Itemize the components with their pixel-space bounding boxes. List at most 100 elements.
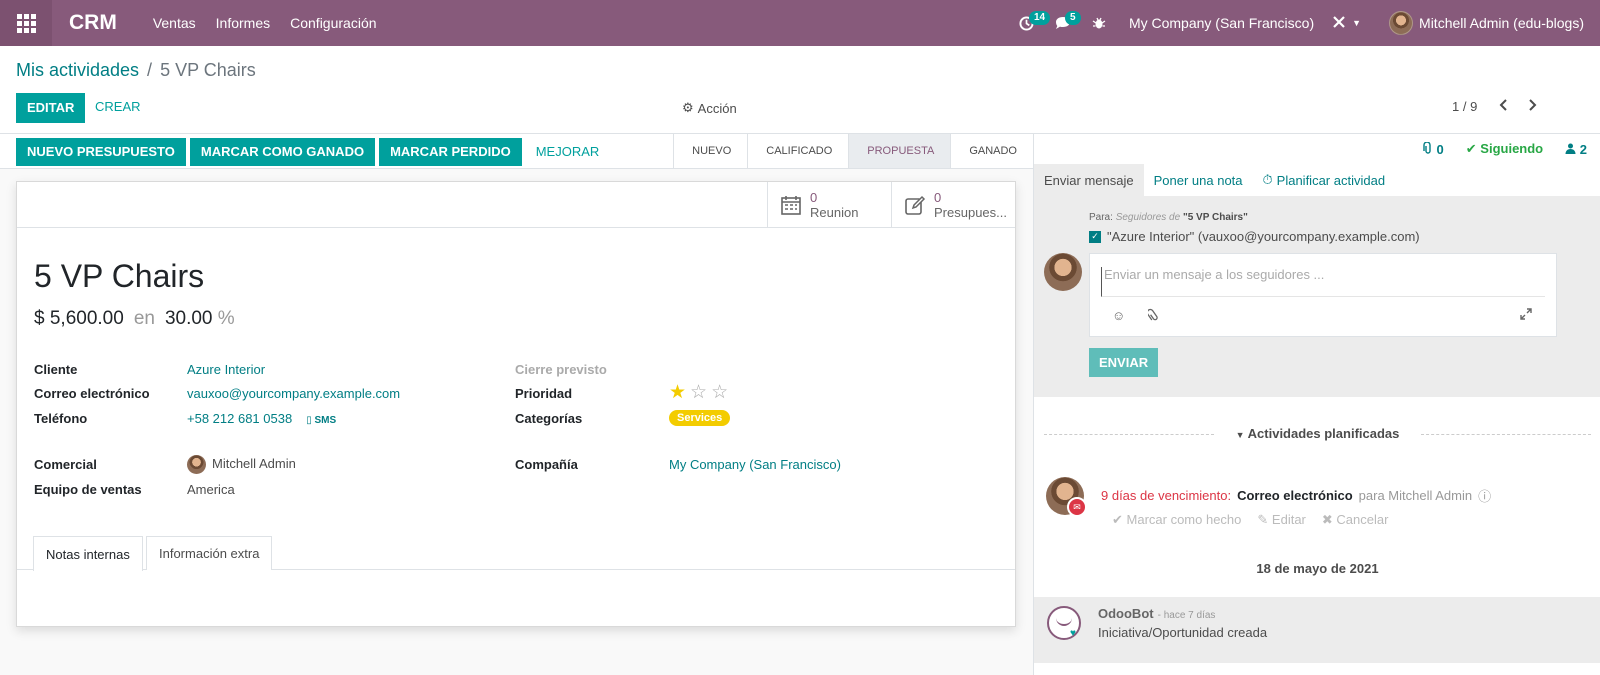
- tag-services[interactable]: Services: [669, 410, 731, 426]
- phone-link[interactable]: +58 212 681 0538: [187, 411, 292, 426]
- cancel-activity-button[interactable]: ✖ Cancelar: [1322, 512, 1389, 528]
- form-sheet: 0 Reunion 0 Presupues... 5 VP Chairs $ 5…: [16, 181, 1016, 627]
- previous-record-icon[interactable]: [1499, 99, 1508, 114]
- form-statusbar: NUEVO PRESUPUESTO MARCAR COMO GANADO MAR…: [0, 134, 1033, 169]
- salesperson-label: Comercial: [34, 457, 97, 472]
- activity-actions: ✔ Marcar como hecho ✎ Editar ✖ Cancelar: [1112, 512, 1388, 528]
- activity-type: Correo electrónico: [1237, 488, 1353, 503]
- menu-configuracion[interactable]: Configuración: [290, 15, 376, 31]
- stage-ganado[interactable]: GANADO: [950, 134, 1033, 168]
- company-link[interactable]: My Company (San Francisco): [669, 457, 841, 472]
- edit-activity-button[interactable]: ✎ Editar: [1257, 512, 1305, 528]
- salesperson-field[interactable]: Mitchell Admin: [187, 455, 296, 474]
- log-note-tab[interactable]: Poner una nota: [1144, 164, 1253, 196]
- pencil-square-icon: [904, 194, 926, 216]
- checkbox-checked-icon[interactable]: ✓: [1089, 230, 1101, 243]
- info-icon[interactable]: ⓘ: [1478, 486, 1491, 505]
- quotations-smart-button[interactable]: 0 Presupues...: [891, 182, 1015, 227]
- phone-field: +58 212 681 0538 ▯ SMS: [187, 411, 336, 426]
- paperclip-icon: [1423, 140, 1431, 154]
- attachments-button[interactable]: 0: [1423, 140, 1444, 157]
- action-menu[interactable]: ⚙ Acción: [682, 100, 737, 116]
- clock-icon: ⏱: [1262, 172, 1273, 187]
- tab-extra-info[interactable]: Información extra: [146, 536, 273, 570]
- control-panel: Mis actividades / 5 VP Chairs EDITAR CREAR…: [0, 46, 1600, 134]
- sms-button[interactable]: ▯ SMS: [306, 415, 336, 426]
- expected-revenue[interactable]: $ 5,600.00: [34, 308, 124, 330]
- stage-calificado[interactable]: CALIFICADO: [747, 134, 849, 168]
- user-icon: [1565, 143, 1576, 154]
- chatter-topbar: 0 ✔ Siguiendo 2: [1034, 134, 1600, 164]
- tab-internal-notes[interactable]: Notas internas: [33, 536, 143, 571]
- pager: 1 / 9: [1452, 99, 1537, 114]
- emoji-icon[interactable]: ☺: [1112, 308, 1125, 323]
- priority-star-3-icon[interactable]: ☆: [711, 381, 728, 404]
- following-button[interactable]: ✔ Siguiendo: [1466, 141, 1543, 157]
- salesperson-name: Mitchell Admin: [212, 455, 296, 471]
- expected-closing-label: Cierre previsto: [515, 362, 607, 377]
- breadcrumb-current: 5 VP Chairs: [160, 60, 256, 80]
- messages-icon[interactable]: 5: [1045, 0, 1081, 46]
- pager-value[interactable]: 1 / 9: [1452, 99, 1477, 114]
- new-quotation-button[interactable]: NUEVO PRESUPUESTO: [16, 138, 186, 166]
- stage-pipeline: NUEVO CALIFICADO PROPUESTA GANADO: [673, 134, 1033, 168]
- menu-ventas[interactable]: Ventas: [153, 15, 196, 31]
- schedule-activity-tab[interactable]: ⏱ Planificar actividad: [1253, 164, 1396, 196]
- breadcrumb-parent[interactable]: Mis actividades: [16, 60, 139, 80]
- app-brand[interactable]: CRM: [69, 11, 117, 35]
- recipient-checkbox-row[interactable]: ✓ "Azure Interior" (vauxoo@yourcompany.e…: [1089, 229, 1420, 244]
- menu-informes[interactable]: Informes: [216, 15, 270, 31]
- odoobot-avatar: ♥: [1047, 606, 1081, 640]
- message-input[interactable]: Enviar un mensaje a los seguidores ...: [1101, 267, 1545, 297]
- probability[interactable]: 30.00 %: [165, 308, 235, 330]
- revenue-at-label: en: [133, 308, 155, 329]
- customer-link[interactable]: Azure Interior: [187, 362, 265, 377]
- mark-lost-button[interactable]: MARCAR PERDIDO: [379, 138, 522, 166]
- expand-icon[interactable]: [1520, 308, 1532, 323]
- salesperson-avatar: [187, 455, 206, 474]
- gear-icon: ⚙: [682, 100, 694, 115]
- action-label: Acción: [697, 100, 737, 116]
- date-separator: 18 de mayo de 2021: [1256, 561, 1379, 576]
- next-record-icon[interactable]: [1528, 99, 1537, 114]
- send-message-tab[interactable]: Enviar mensaje: [1034, 164, 1144, 196]
- chatter-message: ♥ OdooBot - hace 7 días Iniciativa/Oportu…: [1034, 597, 1600, 663]
- notebook-tabs: Notas internas Información extra: [17, 536, 1015, 571]
- edit-button[interactable]: EDITAR: [16, 93, 86, 123]
- envelope-icon: ✉: [1067, 497, 1087, 517]
- attachment-icon[interactable]: [1146, 308, 1159, 324]
- chatter: 0 ✔ Siguiendo 2 Enviar mensaje Poner una…: [1033, 134, 1600, 675]
- activity-clock-icon[interactable]: 14: [1009, 0, 1051, 46]
- user-menu[interactable]: Mitchell Admin (edu-blogs): [1389, 11, 1584, 35]
- tools-icon: [1332, 15, 1346, 32]
- stage-nuevo[interactable]: NUEVO: [673, 134, 748, 168]
- priority-star-2-icon[interactable]: ☆: [690, 381, 707, 404]
- quotations-count: 0: [934, 189, 942, 205]
- composer-box: Enviar un mensaje a los seguidores ... ☺: [1089, 253, 1557, 337]
- user-name: Mitchell Admin (edu-blogs): [1419, 15, 1584, 31]
- meetings-count: 0: [810, 189, 818, 205]
- activity-item: 9 días de vencimiento: Correo electrónic…: [1101, 486, 1491, 505]
- mark-won-button[interactable]: MARCAR COMO GANADO: [189, 138, 376, 166]
- upgrade-button[interactable]: MEJORAR: [526, 138, 610, 166]
- planned-activities-toggle[interactable]: ▼ Actividades planificadas: [1044, 426, 1591, 441]
- meetings-smart-button[interactable]: 0 Reunion: [767, 182, 891, 227]
- message-body: Iniciativa/Oportunidad creada: [1098, 625, 1268, 640]
- send-button[interactable]: ENVIAR: [1089, 348, 1159, 377]
- priority-star-1-icon[interactable]: ★: [669, 381, 686, 404]
- mark-done-button[interactable]: ✔ Marcar como hecho: [1112, 512, 1241, 528]
- activity-assignee: para Mitchell Admin: [1358, 488, 1473, 503]
- phone-label: Teléfono: [34, 411, 88, 426]
- stage-propuesta[interactable]: PROPUESTA: [848, 134, 951, 168]
- debug-tools-menu[interactable]: ▼: [1332, 15, 1361, 32]
- email-link[interactable]: vauxoo@yourcompany.example.com: [187, 386, 400, 401]
- company-switcher[interactable]: My Company (San Francisco): [1129, 15, 1314, 31]
- create-button[interactable]: CREAR: [85, 93, 151, 121]
- opportunity-title[interactable]: 5 VP Chairs: [34, 258, 204, 295]
- sales-team-value[interactable]: America: [187, 482, 235, 497]
- followers-button[interactable]: 2: [1565, 142, 1587, 157]
- calendar-icon: [780, 194, 802, 216]
- form-view: NUEVO PRESUPUESTO MARCAR COMO GANADO MAR…: [0, 134, 1033, 675]
- apps-menu-icon[interactable]: [0, 0, 52, 46]
- debug-bug-icon[interactable]: [1081, 0, 1117, 46]
